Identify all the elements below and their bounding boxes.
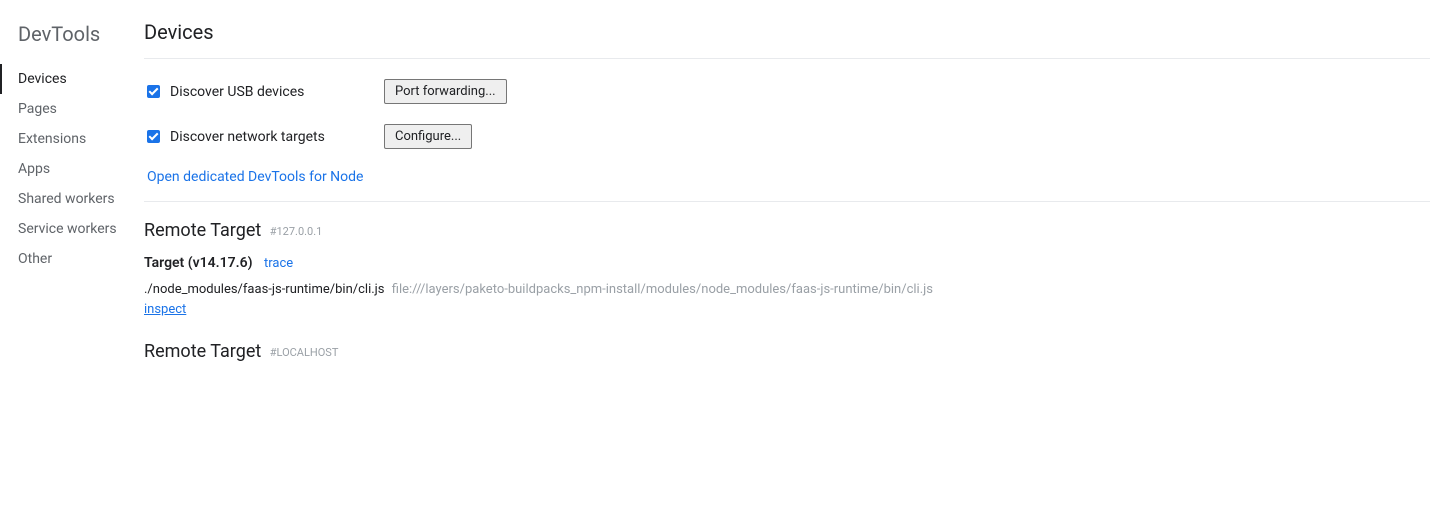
discover-network-label: Discover network targets — [170, 129, 325, 145]
sidebar: DevTools Devices Pages Extensions Apps S… — [0, 0, 144, 510]
sidebar-title: DevTools — [0, 22, 144, 46]
sidebar-item-devices[interactable]: Devices — [0, 64, 144, 94]
target-path-row: ./node_modules/faas-js-runtime/bin/cli.j… — [144, 281, 1430, 299]
setting-usb-row: Discover USB devices Port forwarding... — [144, 79, 1430, 104]
trace-link[interactable]: trace — [264, 256, 293, 271]
sidebar-item-pages[interactable]: Pages — [0, 94, 144, 124]
remote-target-title-text-1: Remote Target — [144, 220, 261, 241]
sidebar-item-shared-workers[interactable]: Shared workers — [0, 184, 144, 214]
target-name: Target (v14.17.6) — [144, 255, 252, 271]
setting-network-row: Discover network targets Configure... — [144, 124, 1430, 149]
discover-usb-label: Discover USB devices — [170, 84, 304, 100]
sidebar-item-extensions[interactable]: Extensions — [0, 124, 144, 154]
port-forwarding-button[interactable]: Port forwarding... — [384, 79, 507, 104]
settings-block: Discover USB devices Port forwarding... … — [144, 79, 1430, 202]
page-title: Devices — [144, 20, 1430, 59]
remote-target-block-2: Remote Target #LOCALHOST — [144, 341, 1430, 362]
sidebar-item-apps[interactable]: Apps — [0, 154, 144, 184]
open-devtools-node-link[interactable]: Open dedicated DevTools for Node — [144, 169, 1430, 185]
configure-button[interactable]: Configure... — [384, 124, 472, 149]
remote-target-hash-1: #127.0.0.1 — [270, 225, 323, 238]
inspect-link[interactable]: inspect — [144, 302, 186, 317]
target-path-full: file:///layers/paketo-buildpacks_npm-ins… — [392, 282, 933, 297]
remote-target-title-1: Remote Target #127.0.0.1 — [144, 220, 1430, 241]
remote-target-hash-2: #LOCALHOST — [270, 346, 339, 359]
remote-target-block-1: Remote Target #127.0.0.1 Target (v14.17.… — [144, 220, 1430, 317]
main-content: Devices Discover USB devices Port forwar… — [144, 0, 1440, 510]
discover-network-checkbox[interactable] — [147, 130, 160, 143]
checkbox-wrap-network: Discover network targets — [144, 129, 384, 145]
remote-target-title-2: Remote Target #LOCALHOST — [144, 341, 1430, 362]
checkbox-wrap-usb: Discover USB devices — [144, 84, 384, 100]
discover-usb-checkbox[interactable] — [147, 85, 160, 98]
target-row: Target (v14.17.6) trace — [144, 255, 1430, 271]
remote-target-title-text-2: Remote Target — [144, 341, 261, 362]
sidebar-item-other[interactable]: Other — [0, 244, 144, 274]
sidebar-item-service-workers[interactable]: Service workers — [0, 214, 144, 244]
target-path-short: ./node_modules/faas-js-runtime/bin/cli.j… — [144, 282, 385, 297]
